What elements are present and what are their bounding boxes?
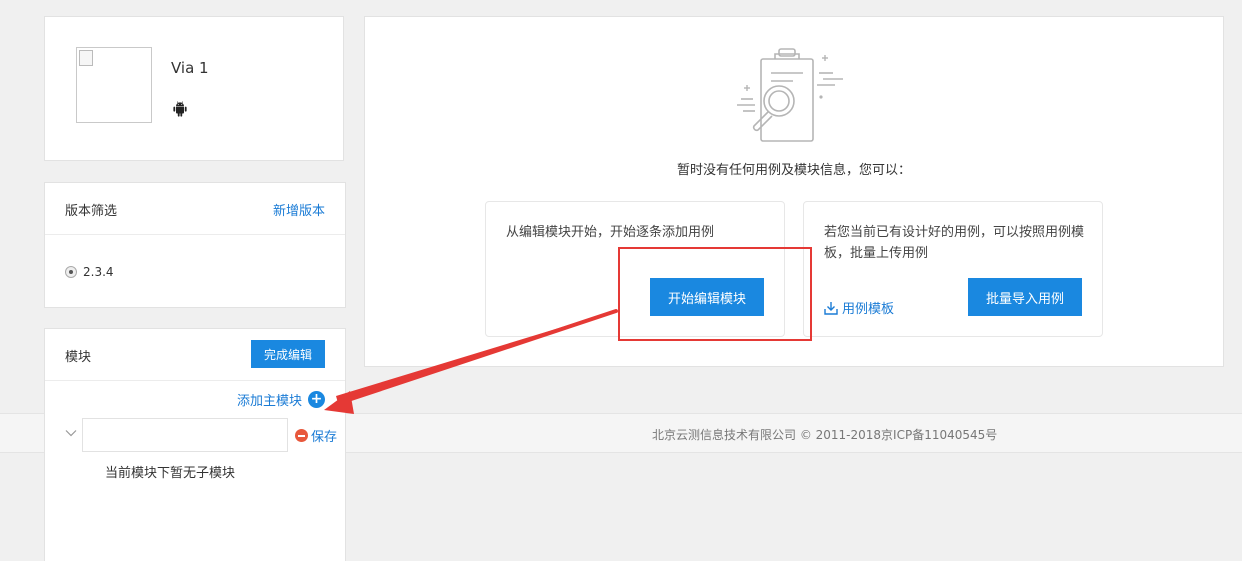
android-icon — [173, 101, 187, 117]
version-option-label: 2.3.4 — [83, 265, 114, 279]
version-filter-card: 版本筛选 新增版本 2.3.4 — [44, 182, 346, 308]
remove-circle-icon[interactable] — [295, 429, 308, 442]
no-submodule-text: 当前模块下暂无子模块 — [105, 466, 236, 481]
module-name-input[interactable] — [82, 418, 288, 452]
version-filter-title: 版本筛选 — [65, 204, 118, 219]
version-filter-header: 版本筛选 新增版本 — [45, 183, 345, 235]
option-batch-import-description: 若您当前已有设计好的用例，可以按照用例模 板，批量上传用例 — [824, 225, 1085, 261]
module-title: 模块 — [65, 350, 92, 365]
clipboard-search-icon — [737, 48, 843, 142]
version-option[interactable]: 2.3.4 — [65, 265, 114, 279]
chevron-down-icon[interactable] — [65, 427, 77, 439]
finish-edit-button[interactable]: 完成编辑 — [251, 340, 325, 368]
module-header: 模块 完成编辑 — [45, 329, 345, 381]
option-start-edit-description: 从编辑模块开始，开始逐条添加用例 — [506, 225, 715, 240]
empty-state-message: 暂时没有任何用例及模块信息，您可以： — [676, 163, 911, 178]
add-main-module-button[interactable]: 添加主模块 + — [237, 390, 325, 409]
radio-selected-icon[interactable] — [65, 266, 77, 278]
add-main-module-label: 添加主模块 — [236, 394, 302, 409]
broken-image-icon — [79, 50, 93, 66]
footer-copyright: 北京云测信息技术有限公司 © 2011-2018京ICP备11040545号 — [652, 428, 998, 442]
add-version-link[interactable]: 新增版本 — [273, 200, 325, 219]
save-module-link[interactable]: 保存 — [311, 426, 337, 445]
batch-import-button[interactable]: 批量导入用例 — [968, 278, 1082, 316]
case-template-link[interactable]: 用例模板 — [824, 298, 894, 317]
plus-circle-icon[interactable]: + — [308, 391, 325, 408]
app-icon-image — [76, 47, 152, 123]
app-info-card: Via 1 — [44, 16, 344, 161]
empty-state-card: 暂时没有任何用例及模块信息，您可以： 从编辑模块开始，开始逐条添加用例 开始编辑… — [364, 16, 1224, 367]
module-card: 模块 完成编辑 添加主模块 + 保存 当前模块下暂无子模块 — [44, 328, 346, 561]
app-name: Via 1 — [171, 59, 209, 77]
download-icon[interactable] — [824, 301, 838, 315]
case-template-label: 用例模板 — [842, 302, 895, 317]
option-start-edit: 从编辑模块开始，开始逐条添加用例 开始编辑模块 — [485, 201, 785, 337]
option-batch-import: 若您当前已有设计好的用例，可以按照用例模 板，批量上传用例 用例模板 批量导入用… — [803, 201, 1103, 337]
start-edit-module-button[interactable]: 开始编辑模块 — [650, 278, 764, 316]
